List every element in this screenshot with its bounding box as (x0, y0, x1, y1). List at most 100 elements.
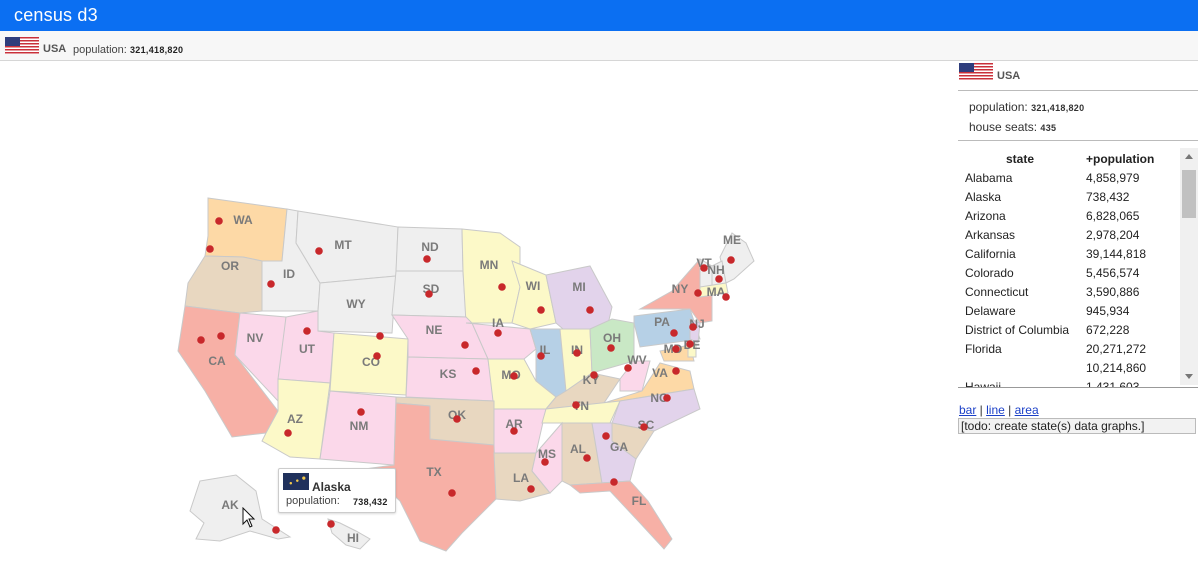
capital-marker-IL[interactable] (537, 352, 545, 360)
capital-marker-NM[interactable] (357, 408, 365, 416)
sidebar-house-seats: house seats: 435 (969, 120, 1056, 134)
capital-marker-AK[interactable] (272, 526, 280, 534)
sidebar: USA population: 321,418,820 house seats:… (958, 61, 1198, 574)
state-FL[interactable] (568, 480, 673, 550)
state-label-MN: MN (480, 258, 499, 272)
state-label-ME: ME (723, 233, 741, 247)
table-row[interactable]: Colorado 5,456,574 (958, 266, 1178, 285)
capital-marker-FL[interactable] (610, 478, 618, 486)
state-name-cell: Alaska (965, 190, 1002, 204)
capital-marker-ND[interactable] (423, 255, 431, 263)
table-row[interactable]: Hawaii 1,431,603 (958, 380, 1178, 388)
capital-marker-MA[interactable] (722, 293, 730, 301)
table-row[interactable]: Connecticut 3,590,886 (958, 285, 1178, 304)
capital-marker-WY[interactable] (376, 332, 384, 340)
state-label-WV: WV (627, 353, 646, 367)
state-name-cell: Arkansas (965, 228, 1016, 242)
capital-marker-NH[interactable] (715, 275, 723, 283)
capital-marker-MT[interactable] (315, 247, 323, 255)
capital-marker-ID[interactable] (267, 280, 275, 288)
capital-marker-MS[interactable] (541, 458, 549, 466)
capital-marker-LA[interactable] (527, 485, 535, 493)
capital-marker-ME[interactable] (727, 256, 735, 264)
capital-marker-VA[interactable] (672, 367, 680, 375)
link-separator: | (976, 403, 987, 417)
capital-marker-AL[interactable] (583, 454, 591, 462)
capital-marker-OR[interactable] (206, 245, 214, 253)
capital-marker-WI[interactable] (537, 306, 545, 314)
scroll-up-icon[interactable] (1185, 154, 1193, 159)
capital-marker-NE[interactable] (461, 341, 469, 349)
state-label-OH: OH (603, 331, 621, 345)
capital-marker-CO[interactable] (373, 352, 381, 360)
capital-marker-MN[interactable] (498, 283, 506, 291)
breadcrumb: USA population: 321,418,820 (0, 31, 1198, 61)
capital-marker-AR[interactable] (510, 427, 518, 435)
capital-marker-TX[interactable] (448, 489, 456, 497)
capital-marker-OK[interactable] (453, 415, 461, 423)
states-table[interactable]: state +population Alabama 4,858,979 Alaska… (958, 148, 1198, 388)
capital-marker-MD[interactable] (672, 345, 680, 353)
capital-marker-KY[interactable] (590, 371, 598, 379)
column-header-population[interactable]: +population (1086, 152, 1154, 166)
capital-marker-NC[interactable] (663, 394, 671, 402)
capital-marker-IA[interactable] (494, 329, 502, 337)
table-row[interactable]: Florida 20,271,272 (958, 342, 1178, 361)
population-cell: 672,228 (1086, 323, 1130, 337)
state-WI[interactable] (511, 260, 557, 330)
area-link[interactable]: area (1015, 403, 1039, 417)
capital-marker-SC[interactable] (640, 423, 648, 431)
state-label-TX: TX (426, 465, 441, 479)
scroll-down-icon[interactable] (1185, 374, 1193, 379)
population-cell: 738,432 (1086, 190, 1130, 204)
scroll-thumb[interactable] (1182, 170, 1196, 218)
capital-marker-UT[interactable] (303, 327, 311, 335)
state-name-cell: Colorado (965, 266, 1014, 280)
table-row[interactable]: 10,214,860 (958, 361, 1178, 380)
capital-marker-MO[interactable] (510, 372, 518, 380)
capital-marker-NY[interactable] (694, 289, 702, 297)
state-tooltip: Alaska population: 738,432 (278, 468, 396, 513)
capital-marker-MI[interactable] (586, 306, 594, 314)
capital-marker-VT[interactable] (700, 264, 708, 272)
state-label-WA: WA (233, 213, 253, 227)
capital-marker-DE[interactable] (686, 340, 694, 348)
capital-marker-SD[interactable] (425, 290, 433, 298)
table-row[interactable]: District of Columbia 672,228 (958, 323, 1178, 342)
capital-marker-PA[interactable] (670, 329, 678, 337)
capital-marker-CA[interactable] (197, 336, 205, 344)
breadcrumb-country[interactable]: USA (43, 43, 66, 55)
capital-marker-NV[interactable] (217, 332, 225, 340)
bar-link[interactable]: bar (959, 403, 976, 417)
capital-marker-TN[interactable] (572, 401, 580, 409)
capital-marker-KS[interactable] (472, 367, 480, 375)
state-MN[interactable] (461, 228, 521, 324)
capital-marker-WA[interactable] (215, 217, 223, 225)
column-header-state[interactable]: state (1006, 152, 1034, 166)
graph-links: bar | line | area (959, 403, 1039, 417)
todo-note: [todo: create state(s) data graphs.] (958, 418, 1196, 434)
capital-marker-NJ[interactable] (689, 323, 697, 331)
table-row[interactable]: Alaska 738,432 (958, 190, 1178, 209)
capital-marker-OH[interactable] (607, 344, 615, 352)
table-scrollbar[interactable] (1180, 148, 1198, 385)
capital-marker-IN[interactable] (573, 349, 581, 357)
capital-marker-AZ[interactable] (284, 429, 292, 437)
state-WA[interactable] (204, 197, 288, 262)
table-row[interactable]: Arkansas 2,978,204 (958, 228, 1178, 247)
table-row[interactable]: Alabama 4,858,979 (958, 171, 1178, 190)
population-cell: 5,456,574 (1086, 266, 1140, 280)
state-label-WY: WY (346, 297, 365, 311)
population-value: 321,418,820 (130, 45, 184, 55)
state-label-NE: NE (426, 323, 443, 337)
line-link[interactable]: line (986, 403, 1005, 417)
table-row[interactable]: Delaware 945,934 (958, 304, 1178, 323)
divider (958, 140, 1198, 141)
state-name-cell: Delaware (965, 304, 1016, 318)
capital-marker-GA[interactable] (602, 432, 610, 440)
table-row[interactable]: Arizona 6,828,065 (958, 209, 1178, 228)
table-row[interactable]: California 39,144,818 (958, 247, 1178, 266)
state-name-cell: Hawaii (965, 380, 1002, 388)
capital-marker-HI[interactable] (327, 520, 335, 528)
capital-marker-WV[interactable] (624, 364, 632, 372)
